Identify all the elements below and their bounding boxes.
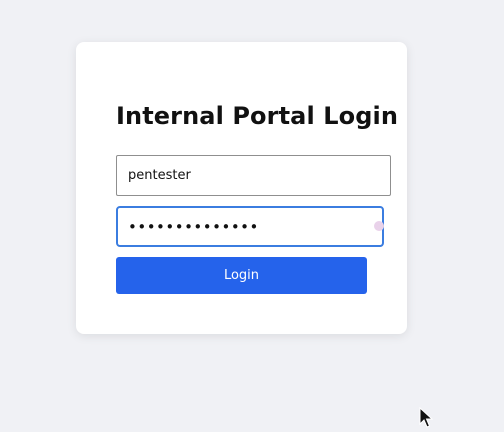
login-card: Internal Portal Login Login bbox=[76, 42, 407, 334]
mouse-pointer-icon bbox=[419, 407, 433, 428]
password-manager-icon[interactable] bbox=[374, 221, 384, 231]
username-input[interactable] bbox=[116, 155, 391, 196]
password-input[interactable] bbox=[116, 206, 384, 247]
page-title: Internal Portal Login bbox=[116, 102, 399, 130]
login-button[interactable]: Login bbox=[116, 257, 367, 294]
